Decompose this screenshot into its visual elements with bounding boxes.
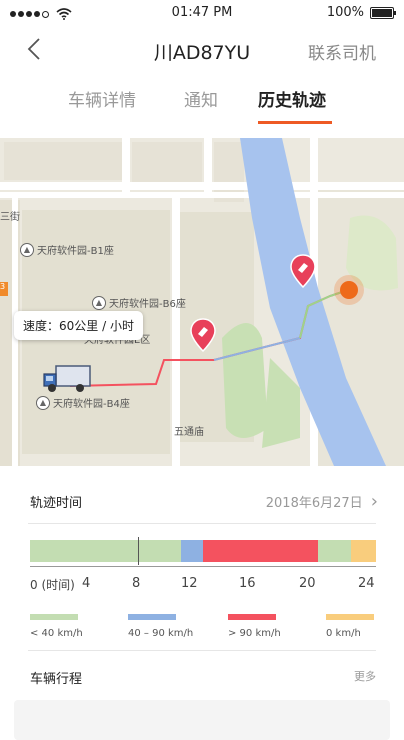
timeline-segment [30,540,182,562]
active-tab-indicator [258,121,332,124]
battery-percentage: 100% [326,5,364,20]
poi-label: 天府软件园-B4座 [53,399,130,410]
poi-b1[interactable]: ▲ 天府软件园-B1座 [20,242,114,257]
event-marker-icon[interactable] [290,254,316,288]
trip-section-title: 车辆行程 [30,672,83,687]
poi-pin-icon: ▲ [20,242,34,257]
track-time-title: 轨迹时间 [30,496,83,511]
legend-label: > 90 km/h [228,628,281,639]
timeline-tick-label: 24 [358,576,375,591]
tab-vehicle-details[interactable]: 车辆详情 [68,86,136,111]
battery-icon [370,6,396,19]
poi-b6[interactable]: ▲ 天府软件园-B6座 [92,295,186,310]
status-bar: 01:47 PM 100% [0,0,404,28]
timeline-tick-label: 8 [132,576,141,591]
legend-label: < 40 km/h [30,628,83,639]
navigation-bar: 川AD87YU 联系司机 [0,28,404,72]
chevron-right-icon: › [370,491,378,512]
legend-swatch [228,614,276,620]
selected-date: 2018年6月27日 [265,496,363,511]
more-link[interactable]: 更多 [354,668,376,684]
poi-b4[interactable]: ▲ 天府软件园-B4座 [36,395,130,410]
trip-card[interactable] [14,700,390,740]
legend-swatch [128,614,176,620]
truck-icon[interactable] [42,362,94,394]
track-map[interactable]: 三街 3 ▲ 天府软件园-B1座 ▲ 天府软件园-B6座 ▲ 天府软件园-B4座… [0,138,404,466]
destination-dot-icon[interactable] [334,275,364,305]
divider [28,650,376,651]
poi-label: 天府软件园-B1座 [37,246,114,257]
poi-label: 天府软件园-B6座 [109,299,186,310]
legend-swatch [326,614,374,620]
legend-label: 0 km/h [326,628,361,639]
date-selector[interactable]: 2018年6月27日 › [266,491,378,512]
map-edge-badge: 3 [0,282,6,291]
timeline-segment [351,540,376,562]
timeline-segment [181,540,203,562]
legend-label: 40 – 90 km/h [128,628,194,639]
contact-driver-button[interactable]: 联系司机 [308,39,376,64]
timeline-tick-label: 0 (时间) [30,578,75,592]
legend-swatch [30,614,78,620]
divider [28,523,376,524]
speed-timeline[interactable] [30,537,376,565]
poi-pin-icon: ▲ [36,395,50,410]
timeline-segment [203,540,319,562]
timeline-tick-label: 12 [181,576,198,591]
street-label: 三街 [0,212,20,223]
event-marker-icon[interactable] [190,318,216,352]
speed-tooltip: 速度：60公里 / 小时 [14,311,143,340]
tab-notifications[interactable]: 通知 [184,86,218,111]
timeline-cursor[interactable] [138,537,140,565]
tab-history-track[interactable]: 历史轨迹 [258,86,326,111]
area-label: 五通庙 [174,427,204,438]
tab-bar: 车辆详情 通知 历史轨迹 [0,78,404,128]
timeline-tick-label: 20 [299,576,316,591]
poi-pin-icon: ▲ [92,295,106,310]
timeline-tick-label: 4 [82,576,91,591]
timeline-tick-label: 16 [239,576,256,591]
